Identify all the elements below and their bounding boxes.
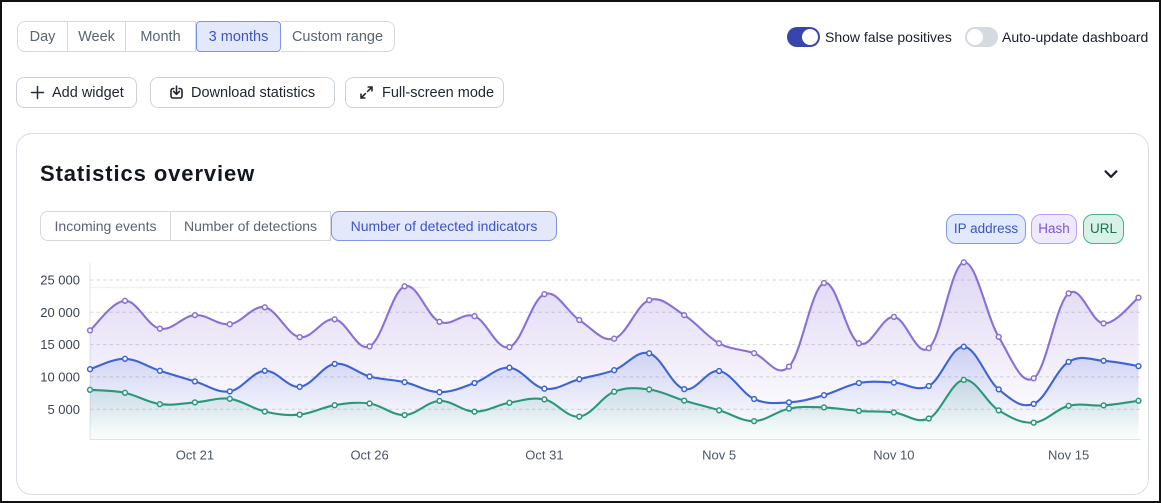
svg-text:Oct 31: Oct 31 [525,448,563,463]
svg-text:Oct 21: Oct 21 [176,448,214,463]
svg-text:Nov 5: Nov 5 [702,448,736,463]
svg-text:15 000: 15 000 [40,337,80,352]
svg-text:20 000: 20 000 [40,305,80,320]
svg-text:Nov 10: Nov 10 [873,448,914,463]
svg-text:25 000: 25 000 [40,273,80,288]
svg-text:Nov 15: Nov 15 [1048,448,1089,463]
svg-text:Oct 26: Oct 26 [350,448,388,463]
svg-text:5 000: 5 000 [47,402,80,417]
svg-text:10 000: 10 000 [40,370,80,385]
